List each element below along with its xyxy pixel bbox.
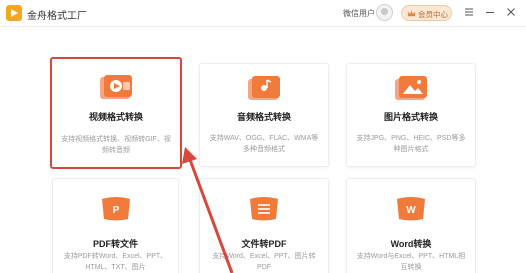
annotation-arrow [182, 147, 234, 273]
